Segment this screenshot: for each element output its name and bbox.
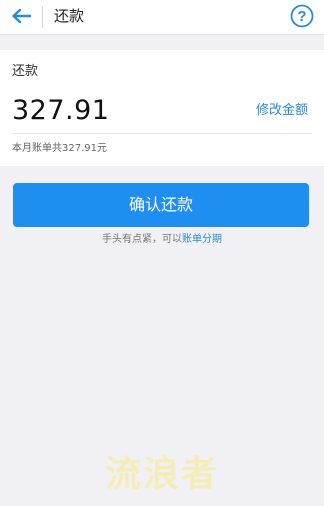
page-title: 还款 [54, 7, 85, 25]
question-circle-icon: ? [290, 4, 314, 28]
hint-text: 手头有点紧，可以 [102, 234, 182, 245]
back-button[interactable] [8, 4, 34, 28]
repayment-amount: 327.91 [12, 95, 110, 126]
header-divider [42, 6, 43, 28]
bill-summary: 本月账单共327.91元 [12, 143, 107, 154]
card-divider [12, 133, 312, 134]
repayment-label: 还款 [12, 64, 39, 79]
arrow-left-icon [12, 8, 31, 24]
repayment-card: 还款 327.91 修改金额 本月账单共327.91元 [0, 50, 324, 166]
watermark: 流浪者 [104, 454, 219, 495]
installment-hint: 手头有点紧，可以账单分期 [0, 233, 324, 247]
confirm-repayment-button[interactable]: 确认还款 [13, 183, 309, 227]
top-bar: 还款 ? [0, 0, 324, 35]
modify-amount-link[interactable]: 修改金额 [256, 103, 308, 119]
help-glyph: ? [297, 8, 306, 25]
help-button[interactable]: ? [290, 4, 314, 28]
installment-link[interactable]: 账单分期 [182, 234, 222, 245]
